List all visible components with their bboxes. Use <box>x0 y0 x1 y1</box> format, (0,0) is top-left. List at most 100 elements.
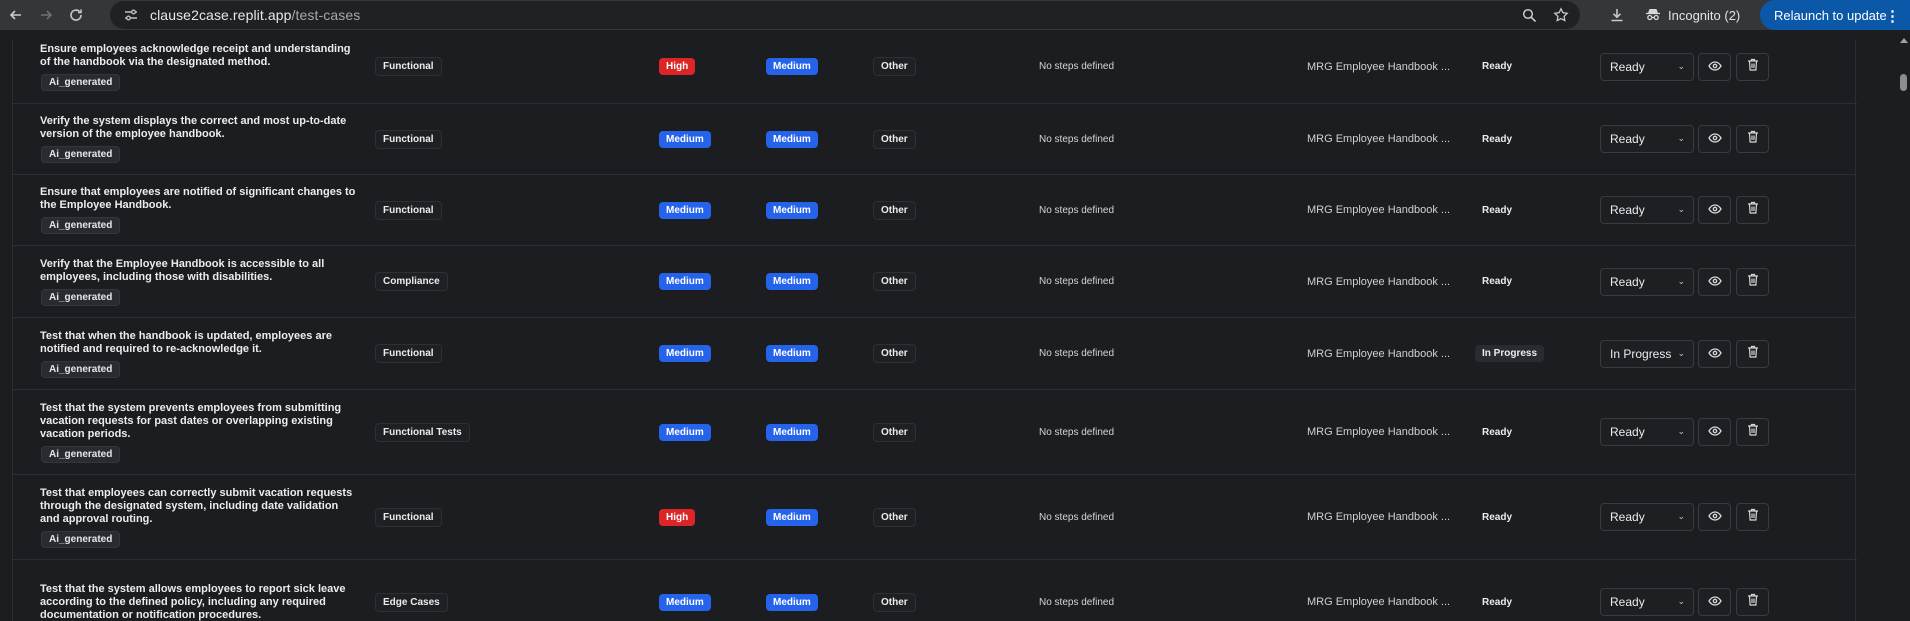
ai-generated-tag: Ai_generated <box>41 146 121 163</box>
status-select[interactable]: Ready ⌄ <box>1600 267 1694 296</box>
trash-icon <box>1747 423 1759 441</box>
delete-cell <box>1736 318 1769 389</box>
severity-cell: Medium <box>766 175 818 245</box>
test-case-title-cell: Verify the system displays the correct a… <box>40 104 360 174</box>
type-badge: Functional <box>375 507 442 527</box>
status-badge: Ready <box>1482 61 1513 72</box>
severity-cell: Medium <box>766 390 818 474</box>
priority-cell: Medium <box>659 175 711 245</box>
status-select[interactable]: Ready ⌄ <box>1600 52 1694 81</box>
delete-button[interactable] <box>1736 339 1769 368</box>
zoom-icon[interactable] <box>1518 4 1540 26</box>
category-cell: Other <box>873 246 916 317</box>
delete-button[interactable] <box>1736 52 1769 81</box>
ai-generated-tag: Ai_generated <box>41 73 121 91</box>
scroll-thumb[interactable] <box>1900 74 1907 91</box>
url-path: /test-cases <box>291 7 361 23</box>
category-badge: Other <box>873 57 916 76</box>
download-icon[interactable] <box>1605 3 1629 27</box>
forward-icon[interactable] <box>32 1 60 29</box>
more-menu-icon[interactable]: ⋮ <box>1885 7 1900 25</box>
type-cell: Functional <box>375 318 442 389</box>
chevron-down-icon: ⌄ <box>1677 60 1685 71</box>
reload-icon[interactable] <box>62 1 90 29</box>
page-scrollbar[interactable] <box>1897 30 1910 621</box>
incognito-indicator[interactable]: Incognito (2) <box>1645 3 1740 27</box>
url-text: clause2case.replit.app/test-cases <box>150 7 360 23</box>
status-select[interactable]: Ready ⌄ <box>1600 588 1694 616</box>
view-button[interactable] <box>1698 196 1731 224</box>
view-button[interactable] <box>1698 125 1731 153</box>
steps-cell: No steps defined <box>1039 246 1114 317</box>
relaunch-button[interactable]: Relaunch to update ⋮ <box>1760 0 1910 30</box>
document-cell: MRG Employee Handbook ... <box>1307 104 1450 174</box>
status-select-cell: Ready ⌄ <box>1600 246 1694 317</box>
status-select[interactable]: Ready ⌄ <box>1600 196 1694 224</box>
status-select-cell: Ready ⌄ <box>1600 104 1694 174</box>
view-button[interactable] <box>1698 418 1731 446</box>
trash-icon <box>1747 201 1759 219</box>
status-badge: Ready <box>1482 596 1513 608</box>
eye-icon <box>1707 423 1722 441</box>
delete-button[interactable] <box>1736 588 1769 616</box>
document-name: MRG Employee Handbook ... <box>1307 60 1451 73</box>
chevron-down-icon: ⌄ <box>1677 596 1685 606</box>
delete-cell <box>1736 175 1769 245</box>
view-button[interactable] <box>1698 52 1731 81</box>
delete-cell <box>1736 475 1769 559</box>
table-row: Test that employees can correctly submit… <box>13 475 1857 560</box>
status-cell: Ready <box>1475 246 1519 317</box>
test-case-title: Ensure that employees are notified of si… <box>40 186 356 211</box>
view-cell <box>1698 175 1731 245</box>
status-select[interactable]: In Progress ⌄ <box>1600 339 1694 368</box>
status-select[interactable]: Ready ⌄ <box>1600 125 1694 153</box>
status-select[interactable]: Ready ⌄ <box>1600 503 1694 531</box>
steps-cell: No steps defined <box>1039 175 1114 245</box>
steps-text: No steps defined <box>1039 348 1115 359</box>
view-cell <box>1698 246 1731 317</box>
document-name: MRG Employee Handbook ... <box>1307 426 1451 438</box>
scroll-up-arrow[interactable] <box>1900 38 1908 43</box>
delete-button[interactable] <box>1736 267 1769 296</box>
delete-button[interactable] <box>1736 196 1769 224</box>
status-cell: Ready <box>1475 104 1519 174</box>
status-select[interactable]: Ready ⌄ <box>1600 418 1694 446</box>
view-cell <box>1698 475 1731 559</box>
trash-icon <box>1747 130 1759 148</box>
delete-button[interactable] <box>1736 125 1769 153</box>
status-select-value: Ready <box>1610 203 1645 217</box>
category-cell: Other <box>873 318 916 389</box>
priority-cell: High <box>659 475 696 559</box>
severity-cell: Medium <box>766 40 818 103</box>
site-info-icon[interactable] <box>118 4 144 26</box>
view-button[interactable] <box>1698 339 1731 368</box>
priority-cell: Medium <box>659 390 711 474</box>
category-badge: Other <box>873 272 916 291</box>
view-button[interactable] <box>1698 267 1731 296</box>
category-cell: Other <box>873 104 916 174</box>
type-cell: Functional <box>375 104 442 174</box>
category-badge: Other <box>873 200 916 220</box>
back-icon[interactable] <box>2 1 30 29</box>
delete-button[interactable] <box>1736 418 1769 446</box>
severity-badge: Medium <box>766 593 818 611</box>
delete-button[interactable] <box>1736 503 1769 531</box>
view-button[interactable] <box>1698 588 1731 616</box>
type-cell: Edge Cases <box>375 560 448 621</box>
document-cell: MRG Employee Handbook ... <box>1307 40 1450 103</box>
severity-badge: Medium <box>766 423 818 441</box>
eye-icon <box>1707 593 1722 611</box>
test-case-title-cell: Test that employees can correctly submit… <box>40 475 360 559</box>
type-badge: Functional <box>375 200 442 220</box>
severity-badge: Medium <box>766 58 818 75</box>
table-row: Ensure employees acknowledge receipt and… <box>13 40 1857 104</box>
priority-badge: High <box>659 58 696 75</box>
view-button[interactable] <box>1698 503 1731 531</box>
bookmark-star-icon[interactable] <box>1550 4 1572 26</box>
priority-cell: Medium <box>659 560 711 621</box>
address-bar[interactable]: clause2case.replit.app/test-cases <box>110 1 1580 29</box>
test-case-title: Test that when the handbook is updated, … <box>40 329 332 355</box>
steps-text: No steps defined <box>1039 511 1115 523</box>
table-row: Test that when the handbook is updated, … <box>13 318 1857 390</box>
test-case-title-cell: Test that the system allows employees to… <box>40 560 360 621</box>
